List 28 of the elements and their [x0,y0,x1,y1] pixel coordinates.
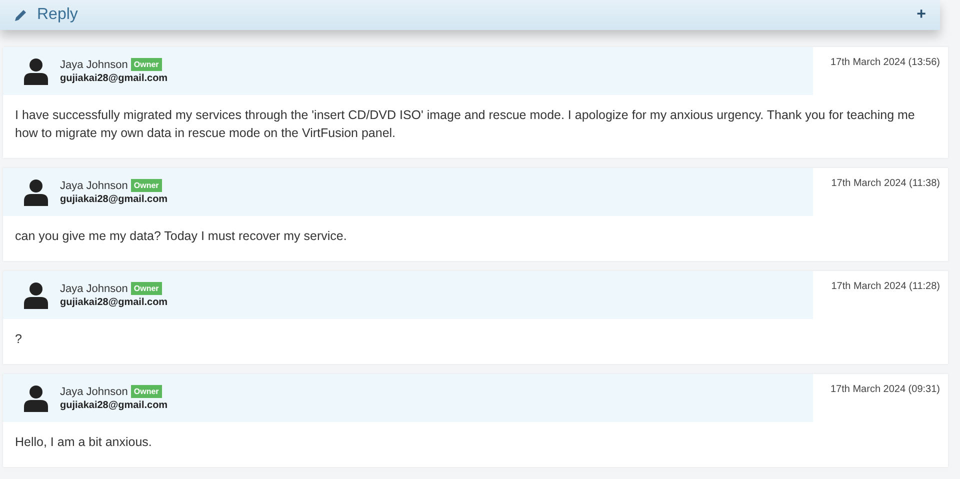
role-badge: Owner [130,282,162,295]
expand-button[interactable]: + [916,6,926,24]
author-name: Jaya Johnson [60,282,128,294]
pencil-icon [14,8,28,22]
author-name: Jaya Johnson [60,58,128,70]
author-name: Jaya Johnson [60,386,128,398]
message-text: Hello, I am a bit anxious. [14,434,153,451]
role-badge: Owner [130,385,162,398]
author-email: gujiakai28@gmail.com [60,400,168,411]
message-text: ? [14,331,23,348]
user-avatar-icon [24,178,48,206]
author-name: Jaya Johnson [60,180,128,192]
message-date: 17th March 2024 (11:28) [831,280,941,294]
user-avatar-icon [24,282,48,308]
reply-panel-header[interactable]: Reply + [0,0,940,30]
user-avatar-icon [24,384,48,412]
message-date: 17th March 2024 (11:38) [831,177,941,191]
message-text: I have successfully migrated my services through the 'insert CD/DVD ISO' image and rescue mode. I apologize for my anxious urgency. Thank you for teaching me how to migrate my own data in rescue mode on the VirtFusion panel. [14,107,916,142]
author-email: gujiakai28@gmail.com [60,297,168,308]
role-badge: Owner [130,58,162,71]
author-email: gujiakai28@gmail.com [60,73,168,84]
message-text: can you give me my data? Today I must recover my service. [14,228,348,245]
role-badge: Owner [130,179,162,192]
user-avatar-icon [24,58,48,84]
message-date: 17th March 2024 (13:56) [830,56,941,70]
author-email: gujiakai28@gmail.com [60,194,168,205]
message-date: 17th March 2024 (09:31) [830,383,941,397]
panel-title: Reply [37,6,78,24]
